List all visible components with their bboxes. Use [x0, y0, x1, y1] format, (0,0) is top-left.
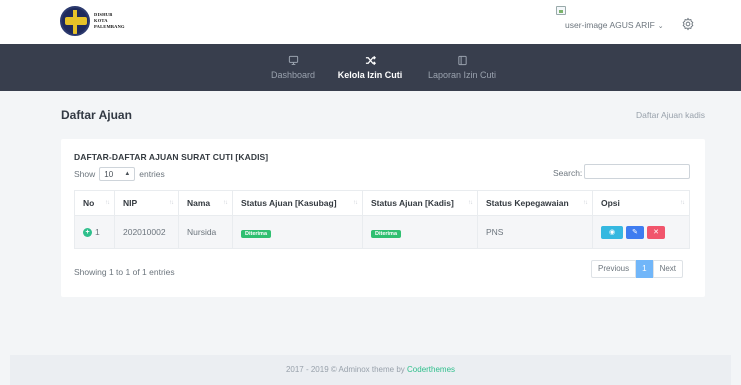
- shuffle-icon: [365, 55, 376, 66]
- close-icon: ✕: [653, 228, 659, 236]
- sort-icon: ↑↓: [223, 200, 228, 206]
- logo-line: PALEMBANG: [94, 24, 125, 29]
- monitor-icon: [288, 55, 298, 65]
- view-button[interactable]: ◉: [601, 225, 623, 239]
- ajuan-card: DAFTAR-DAFTAR AJUAN SURAT CUTI [KADIS] S…: [61, 139, 705, 297]
- sort-icon: ↑↓: [583, 200, 588, 206]
- search-label: Search:: [553, 168, 583, 178]
- nav-item-laporan-izin-cuti[interactable]: Laporan Izin Cuti: [422, 44, 502, 91]
- select-arrows-icon: ▲︎: [124, 171, 131, 177]
- entries-select[interactable]: 10 ▲︎: [99, 167, 136, 181]
- sort-icon: ↑↓: [169, 200, 174, 206]
- logo-text: DISHUB KOTA PALEMBANG: [94, 12, 125, 30]
- user-menu[interactable]: user-image AGUS ARIF ⌄: [565, 20, 664, 30]
- status-badge: Diterima: [241, 229, 272, 238]
- show-label: Show: [74, 169, 96, 179]
- nav-label: Laporan Izin Cuti: [427, 70, 497, 80]
- column-header-status-kepegawaian[interactable]: Status Kepegawaian ↑↓: [477, 190, 593, 216]
- sort-icon: ↑↓: [353, 200, 358, 206]
- status-badge: Diterima: [371, 229, 402, 238]
- entries-value: 10: [104, 169, 114, 179]
- footer-brand-link[interactable]: Coderthemes: [407, 365, 455, 374]
- edit-button[interactable]: ✎: [626, 225, 644, 239]
- cell-no: +1: [74, 215, 115, 249]
- pagination: Previous 1 Next: [591, 260, 684, 278]
- cell-nip: 202010002: [114, 215, 179, 249]
- cell-nama: Nursida: [178, 215, 233, 249]
- main-nav: Dashboard Kelola Izin Cuti Laporan Izin …: [0, 44, 741, 91]
- footer-text: 2017 - 2019 © Adminox theme by: [285, 365, 408, 374]
- card-title: DAFTAR-DAFTAR AJUAN SURAT CUTI [KADIS]: [74, 152, 269, 162]
- expand-row-icon[interactable]: +: [83, 228, 92, 238]
- page-title: Daftar Ajuan: [61, 108, 132, 122]
- search-input[interactable]: [584, 164, 690, 179]
- column-header-status-kasubag[interactable]: Status Ajuan [Kasubag] ↑↓: [232, 190, 363, 216]
- next-button[interactable]: Next: [652, 260, 684, 278]
- page-button-1[interactable]: 1: [636, 260, 653, 278]
- column-header-nama[interactable]: Nama ↑↓: [178, 190, 233, 216]
- table-row: +1 202010002 Nursida Diterima Diterima P…: [74, 215, 690, 249]
- chevron-down-icon: ⌄: [657, 23, 664, 30]
- ajuan-table: No ↑↓ NIP ↑↓ Nama ↑↓ Status Ajuan [Kasubag]…: [74, 190, 690, 249]
- user-image-alt: user-image: [565, 20, 608, 30]
- nav-item-kelola-izin-cuti[interactable]: Kelola Izin Cuti: [335, 44, 405, 91]
- edit-icon: ✎: [632, 228, 638, 236]
- entries-length-control: Show 10 ▲︎ entries: [74, 167, 165, 181]
- entries-label: entries: [139, 169, 165, 179]
- logo[interactable]: DISHUB KOTA PALEMBANG: [60, 6, 125, 36]
- cell-status-kasubag: Diterima: [232, 215, 363, 249]
- column-header-opsi[interactable]: Opsi ↑↓: [592, 190, 690, 216]
- table-header-row: No ↑↓ NIP ↑↓ Nama ↑↓ Status Ajuan [Kasubag]…: [74, 190, 690, 216]
- eye-icon: ◉: [608, 228, 616, 236]
- cell-opsi: ◉ ✎ ✕: [592, 215, 690, 249]
- delete-button[interactable]: ✕: [647, 225, 665, 239]
- column-header-status-kadis[interactable]: Status Ajuan [Kadis] ↑↓: [362, 190, 478, 216]
- footer: 2017 - 2019 © Adminox theme by Coderthem…: [10, 355, 731, 385]
- sort-icon: ↑↓: [105, 200, 110, 206]
- table-info: Showing 1 to 1 of 1 entries: [74, 267, 175, 277]
- broken-image-icon: [556, 6, 566, 15]
- nav-item-dashboard[interactable]: Dashboard: [265, 44, 321, 91]
- sort-icon: ↑↓: [680, 200, 685, 206]
- sort-icon: ↑↓: [468, 200, 473, 206]
- nav-label: Kelola Izin Cuti: [337, 70, 403, 80]
- topbar: DISHUB KOTA PALEMBANG user-image AGUS AR…: [0, 0, 741, 44]
- column-header-no[interactable]: No ↑↓: [74, 190, 115, 216]
- document-icon: [457, 55, 467, 66]
- previous-button[interactable]: Previous: [591, 260, 637, 278]
- cell-status-kadis: Diterima: [362, 215, 478, 249]
- user-name: AGUS ARIF: [609, 20, 655, 30]
- nav-label: Dashboard: [270, 70, 316, 80]
- column-header-nip[interactable]: NIP ↑↓: [114, 190, 179, 216]
- cell-kepegawaian: PNS: [477, 215, 593, 249]
- breadcrumb: Daftar Ajuan kadis: [636, 110, 705, 120]
- dishub-seal-icon: [60, 6, 90, 36]
- gear-icon[interactable]: [681, 17, 695, 31]
